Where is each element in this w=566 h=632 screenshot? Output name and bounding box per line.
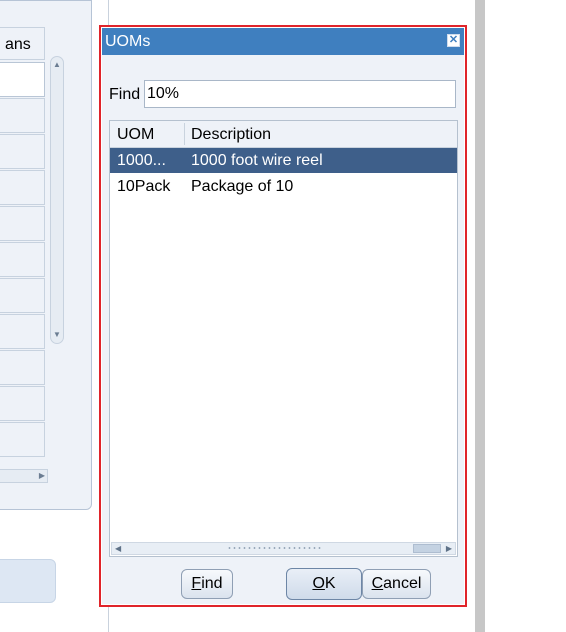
background-field[interactable] (0, 350, 45, 385)
background-field[interactable] (0, 98, 45, 133)
background-field[interactable] (0, 134, 45, 169)
background-field[interactable] (0, 170, 45, 205)
ok-button-mnemonic: O (312, 575, 325, 592)
ok-button-label: K (324, 575, 336, 592)
list-item[interactable]: 10Pack Package of 10 (110, 174, 457, 199)
cancel-button-mnemonic: C (371, 575, 384, 592)
background-column-header-label: ans (5, 36, 31, 53)
find-button-label: ind (201, 575, 223, 592)
background-button[interactable] (0, 559, 56, 603)
scrollbar-thumb[interactable] (413, 544, 441, 553)
scroll-right-arrow-icon[interactable]: ▶ (446, 544, 452, 554)
results-column-header: UOM Description (110, 121, 457, 148)
dialog-titlebar[interactable]: UOMs ✕ (102, 28, 464, 55)
background-field[interactable] (0, 314, 45, 349)
column-header-description[interactable]: Description (191, 126, 271, 144)
background-field[interactable] (0, 278, 45, 313)
close-icon[interactable]: ✕ (447, 34, 460, 47)
background-field[interactable] (0, 422, 45, 457)
background-field[interactable] (0, 386, 45, 421)
uom-cell: 10Pack (117, 178, 171, 195)
scroll-left-arrow-icon[interactable]: ◀ (115, 544, 121, 554)
find-input[interactable] (144, 80, 456, 108)
scrollbar-grip[interactable] (227, 546, 322, 550)
dialog-body: UOMs ✕ Find UOM Description 1000... 1000… (102, 28, 464, 604)
dialog-title: UOMs (105, 33, 151, 50)
results-list: UOM Description 1000... 1000 foot wire r… (109, 120, 458, 557)
cancel-button[interactable]: Cancel (362, 569, 431, 599)
column-header-uom[interactable]: UOM (117, 126, 154, 144)
find-button-mnemonic: F (191, 575, 202, 592)
background-field[interactable] (0, 206, 45, 241)
scroll-down-arrow-icon[interactable]: ▼ (53, 331, 61, 339)
description-cell: Package of 10 (191, 178, 294, 195)
results-horizontal-scrollbar[interactable]: ◀ ▶ (111, 542, 456, 555)
background-field[interactable] (0, 242, 45, 277)
description-cell: 1000 foot wire reel (191, 152, 323, 169)
find-label: Find (109, 86, 141, 103)
window-edge-bar (475, 0, 485, 632)
background-vertical-scrollbar[interactable]: ▲ ▼ (50, 56, 64, 344)
background-column-header: ans (0, 27, 45, 60)
uom-cell: 1000... (117, 152, 166, 169)
uom-dialog: UOMs ✕ Find UOM Description 1000... 1000… (99, 25, 467, 607)
list-item[interactable]: 1000... 1000 foot wire reel (110, 148, 457, 173)
ok-button[interactable]: OK (286, 568, 362, 600)
background-horizontal-scrollbar[interactable]: ▶ (0, 469, 48, 483)
find-button[interactable]: Find (181, 569, 233, 599)
scroll-up-arrow-icon[interactable]: ▲ (53, 61, 61, 69)
cancel-button-label: ancel (383, 575, 422, 592)
background-field[interactable] (0, 62, 45, 97)
scroll-right-arrow-icon[interactable]: ▶ (39, 472, 45, 480)
column-divider[interactable] (184, 123, 185, 145)
